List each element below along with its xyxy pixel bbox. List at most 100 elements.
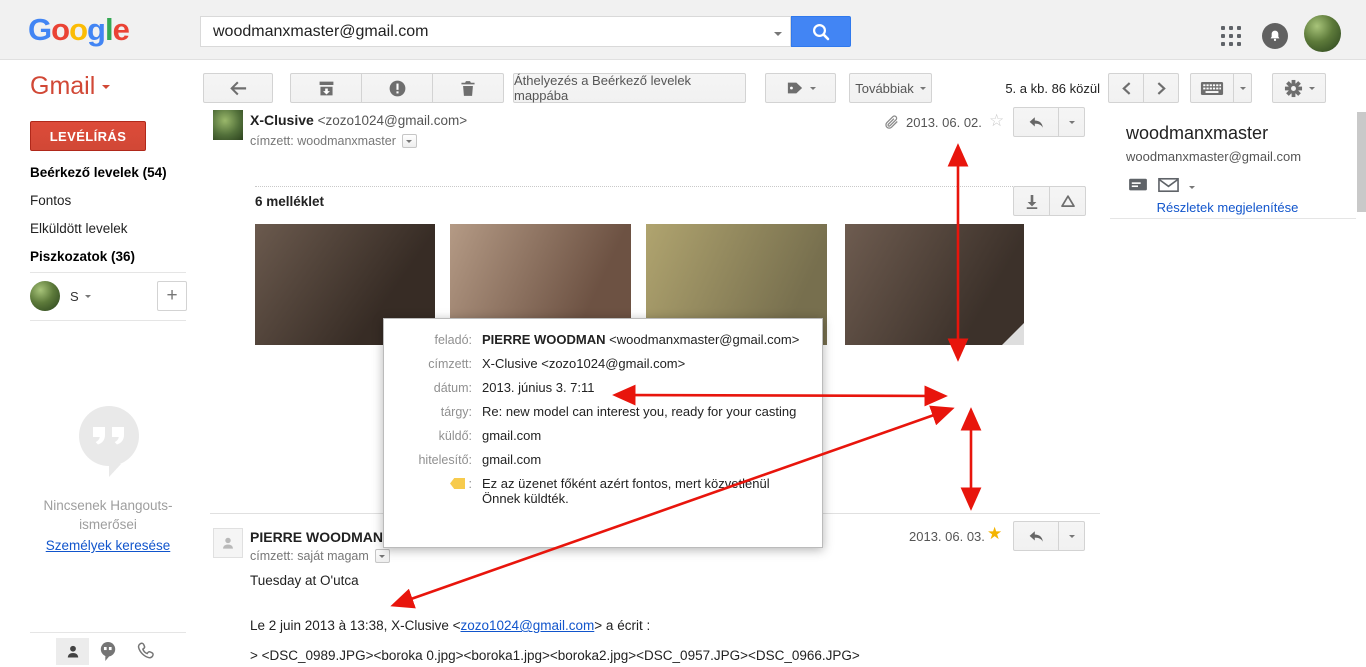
show-details-dropdown[interactable]: [402, 134, 417, 148]
details-row-to: címzett: X-Clusive <zozo1024@gmail.com>: [394, 356, 808, 371]
chevron-down-icon: [1240, 87, 1246, 90]
details-row-importance: : Ez az üzenet főként azért fontos, mert…: [394, 476, 808, 506]
chat-contact-avatar[interactable]: [30, 281, 60, 311]
message2-date: 2013. 06. 03.: [909, 529, 985, 544]
top-bar: Google: [0, 0, 1366, 60]
chevron-down-icon: [920, 87, 926, 90]
profile-more-caret[interactable]: [1189, 176, 1195, 194]
more-message-options-button[interactable]: [1058, 107, 1085, 137]
search-button[interactable]: [791, 16, 851, 47]
star-toggle[interactable]: ☆: [989, 112, 1004, 129]
scrollbar-thumb[interactable]: [1357, 112, 1366, 212]
google-logo[interactable]: Google: [28, 12, 129, 48]
archive-icon: [317, 79, 336, 98]
sender-avatar-placeholder[interactable]: [213, 528, 243, 558]
logo-letter: G: [28, 12, 51, 47]
more-message-options-button[interactable]: [1058, 521, 1085, 551]
sidebar-divider: [30, 272, 186, 273]
pager-count: 5. a kb. 86 közül: [980, 81, 1100, 96]
input-tools-button[interactable]: [1190, 73, 1234, 103]
spam-button[interactable]: [361, 73, 433, 103]
move-to-inbox-label: Áthelyezés a Beérkező levelek mappába: [514, 73, 745, 103]
reply-button[interactable]: [1013, 107, 1059, 137]
reply-arrow-icon: [1027, 114, 1045, 130]
delete-button[interactable]: [432, 73, 504, 103]
hangouts-empty-text: Nincsenek Hangouts-: [0, 498, 216, 513]
profile-action-row: [1128, 176, 1195, 194]
reply-button-group: [1013, 521, 1085, 551]
reply-button[interactable]: [1013, 521, 1059, 551]
quote-text: Le 2 juin 2013 à 13:38, X-Clusive <: [250, 618, 461, 633]
mailed-by-label: küldő:: [394, 428, 472, 443]
settings-button[interactable]: [1272, 73, 1326, 103]
chat-contact-name[interactable]: S: [70, 289, 91, 304]
keyboard-icon: [1200, 81, 1224, 96]
profile-divider: [1110, 218, 1356, 219]
star-toggle[interactable]: ★: [987, 525, 1002, 542]
search-input[interactable]: [201, 23, 766, 41]
search-icon: [811, 22, 831, 42]
gmail-label: Gmail: [30, 72, 95, 101]
quoted-email-link[interactable]: zozo1024@gmail.com: [461, 618, 595, 633]
labels-button[interactable]: [765, 73, 836, 103]
account-avatar[interactable]: [1304, 15, 1341, 52]
archive-button[interactable]: [290, 73, 362, 103]
search-options-caret[interactable]: [766, 23, 790, 41]
gmail-logo-menu[interactable]: Gmail: [30, 72, 110, 101]
message2-sender-name: PIERRE WOODMAN: [250, 529, 383, 545]
spam-icon: [388, 79, 407, 98]
hangouts-icon: [99, 641, 117, 662]
download-all-button[interactable]: [1013, 186, 1050, 216]
signed-by-label: hitelesítő:: [394, 452, 472, 467]
subject-value: Re: new model can interest you, ready fo…: [482, 404, 796, 419]
envelope-icon: [1158, 177, 1179, 193]
notifications-button[interactable]: [1262, 23, 1288, 49]
hangouts-tab-button[interactable]: [99, 641, 117, 662]
action-button-group: [290, 73, 504, 103]
chevron-down-icon: [1069, 121, 1075, 124]
sidebar-item-sent[interactable]: Elküldött levelek: [30, 221, 190, 236]
compose-button[interactable]: LEVÉLÍRÁS: [30, 121, 146, 151]
add-contact-button[interactable]: +: [157, 281, 187, 311]
hangouts-search-people-link[interactable]: Személyek keresése: [0, 538, 216, 553]
save-to-drive-button[interactable]: [1049, 186, 1086, 216]
subject-label: tárgy:: [394, 404, 472, 419]
message1-date: 2013. 06. 02.: [906, 115, 982, 130]
thumbnail-peel-corner: [1002, 323, 1024, 345]
message-details-popup: feladó: PIERRE WOODMAN <woodmanxmaster@g…: [383, 318, 823, 548]
drive-icon: [1060, 194, 1076, 209]
gmail-app: Google Gmail: [0, 0, 1366, 667]
importance-value: Ez az üzenet főként azért fontos, mert k…: [482, 476, 808, 506]
contacts-tab-button[interactable]: [56, 638, 89, 665]
input-tools-caret-button[interactable]: [1233, 73, 1252, 103]
input-tools-group: [1190, 73, 1252, 103]
show-details-link[interactable]: Részletek megjelenítése: [1110, 200, 1345, 215]
apps-grid-icon[interactable]: [1221, 26, 1242, 47]
older-button[interactable]: [1143, 73, 1179, 103]
pager-nav-group: [1108, 73, 1179, 103]
attachments-count-label: 6 melléklet: [255, 194, 324, 209]
sidebar-item-inbox[interactable]: Beérkező levelek (54): [30, 165, 190, 180]
show-details-dropdown[interactable]: [375, 549, 390, 563]
newer-button[interactable]: [1108, 73, 1144, 103]
chat-card-button[interactable]: [1128, 177, 1148, 193]
more-actions-button[interactable]: Továbbiak: [849, 73, 932, 103]
sidebar-item-important[interactable]: Fontos: [30, 193, 190, 208]
move-to-inbox-button[interactable]: Áthelyezés a Beérkező levelek mappába: [513, 73, 746, 103]
back-to-inbox-button[interactable]: [203, 73, 273, 103]
date-label: dátum:: [394, 380, 472, 395]
to-label: címzett:: [394, 356, 472, 371]
message1-sender: X-Clusive <zozo1024@gmail.com>: [250, 112, 467, 128]
phone-tab-button[interactable]: [136, 641, 155, 660]
sender-avatar[interactable]: [213, 110, 243, 140]
reply-button-group: [1013, 107, 1085, 137]
details-row-date: dátum: 2013. június 3. 7:11: [394, 380, 808, 395]
chevron-down-icon: [1309, 87, 1315, 90]
logo-letter: l: [105, 12, 113, 47]
mailed-by-value: gmail.com: [482, 428, 541, 443]
email-contact-button[interactable]: [1158, 177, 1179, 193]
chat-card-icon: [1128, 177, 1148, 193]
profile-email: woodmanxmaster@gmail.com: [1126, 149, 1301, 164]
attachment-thumbnail[interactable]: [845, 224, 1024, 345]
sidebar-item-drafts[interactable]: Piszkozatok (36): [30, 249, 190, 264]
